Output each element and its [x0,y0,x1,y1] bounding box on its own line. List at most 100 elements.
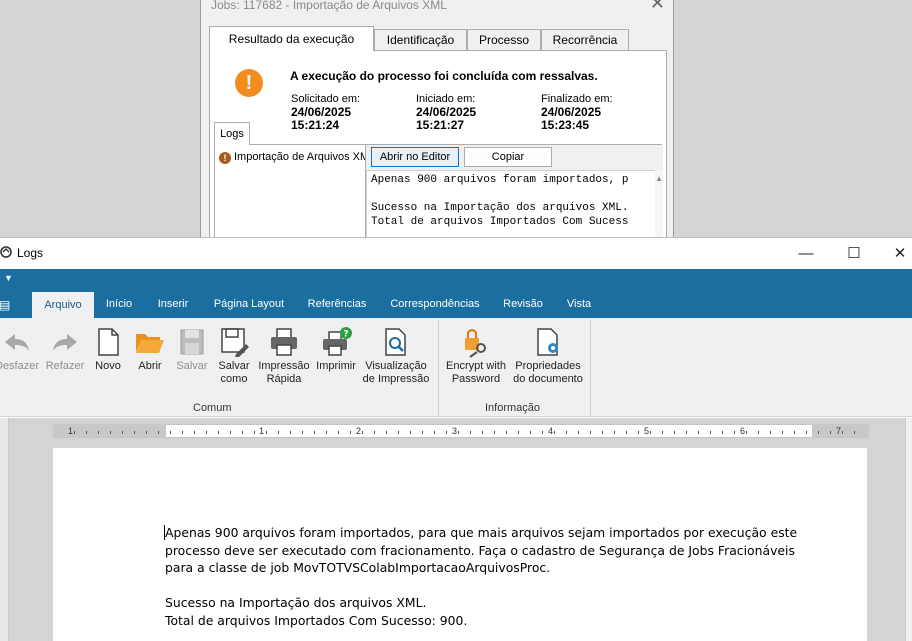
group-divider [590,320,591,416]
horizontal-ruler[interactable]: 1 1 2 3 4 5 6 7 [53,424,869,438]
ruler-tick [446,431,447,434]
ruler-tick [482,431,483,434]
ruler-tick [230,431,231,434]
ruler-tick [362,431,363,434]
save-as-button[interactable]: Salvar como [214,326,254,398]
tab-revisao[interactable]: Revisão [496,291,550,318]
tab-pagina-layout[interactable]: Página Layout [209,291,289,318]
ruler-number: 1 [68,426,74,436]
tab-identificacao[interactable]: Identificação [374,29,467,50]
ruler-number: 5 [644,426,650,436]
ruler-tick [266,431,267,434]
minimize-button[interactable]: — [783,242,829,266]
ruler-tick [854,431,855,434]
save-as-icon [221,328,249,357]
list-item[interactable]: ! Importação de Arquivos XML [219,151,367,164]
ruler-tick [518,431,519,434]
encrypt-button[interactable]: Encrypt with Password [443,326,509,398]
ruler-tick [758,431,759,434]
ruler-tick [626,431,627,434]
quick-print-label2: Rápida [266,373,302,385]
warning-icon: ! [235,69,263,97]
ruler-tick [782,431,783,434]
result-message: A execução do processo foi concluída com… [290,69,598,83]
tab-recorrencia[interactable]: Recorrência [541,29,629,50]
document-properties-label2: do documento [513,373,583,385]
maximize-button[interactable]: ☐ [831,242,877,266]
ruler-tick [590,431,591,434]
ruler-number: 1 [259,426,265,436]
jobs-dialog-title: Jobs: 117682 - Importação de Arquivos XM… [211,0,447,12]
save-icon [180,329,204,355]
ruler-tick [542,431,543,434]
document-text[interactable]: Apenas 900 arquivos foram importados, pa… [165,524,825,629]
warning-icon: ! [219,152,231,164]
ruler-number: 4 [548,426,554,436]
open-label: Abrir [138,360,162,372]
tab-processo[interactable]: Processo [467,29,541,50]
document-gear-icon [537,328,558,356]
tab-arquivo[interactable]: Arquivo [32,291,94,318]
started-label: Iniciado em: [416,93,476,105]
started-time-value: 15:21:27 [416,118,465,132]
save-as-label1: Salvar [218,360,250,372]
tab-resultado[interactable]: Resultado da execução [209,26,374,51]
print-label: Imprimir [316,360,356,372]
new-label: Novo [95,360,121,372]
ruler-tick [614,431,615,434]
document-properties-label1: Propriedades [515,360,581,372]
finished-date: Finalizado em: 24/06/2025 15:23:45 [541,93,613,132]
ruler-tick [566,431,567,434]
new-button[interactable]: Novo [90,326,126,398]
quick-print-button[interactable]: Impressão Rápida [258,326,310,398]
ruler-tick [206,431,207,434]
print-preview-button[interactable]: Visualização de Impressão [361,326,431,398]
document-properties-button[interactable]: Propriedades do documento [512,326,584,398]
copy-button[interactable]: Copiar [464,147,552,167]
document-page[interactable]: Apenas 900 arquivos foram importados, pa… [53,448,867,641]
group-label-comum: Comum [193,402,232,414]
log-item-label: Importação de Arquivos XML [234,151,367,163]
save-button[interactable]: Salvar [174,326,210,398]
open-button[interactable]: Abrir [132,326,168,398]
save-as-label2: como [220,373,248,385]
redo-button[interactable]: Refazer [42,326,88,398]
ruler-tick [194,431,195,434]
ruler-tick [746,431,747,434]
encrypt-label2: Password [451,373,501,385]
print-button[interactable]: ? Imprimir [314,326,358,398]
ruler-tick [470,431,471,434]
ruler-tick [770,431,771,434]
logs-window: Logs — ☐ ✕ ▼ ▤ Arquivo Início Inserir Pá… [0,237,912,641]
tab-logs[interactable]: Logs [214,122,250,145]
close-icon[interactable]: ✕ [650,0,665,14]
tab-referencias[interactable]: Referências [301,291,373,318]
scrollbar[interactable] [905,418,912,641]
scroll-up-icon[interactable]: ▲ [655,174,663,183]
undo-button[interactable]: Desfazer [0,326,40,398]
tab-correspondencias[interactable]: Correspondências [385,291,485,318]
started-date: Iniciado em: 24/06/2025 15:21:27 [416,93,476,132]
finished-time-value: 15:23:45 [541,118,590,132]
ruler-tick [818,431,819,434]
tab-inserir[interactable]: Inserir [149,291,197,318]
jobs-dialog: Jobs: 117682 - Importação de Arquivos XM… [200,0,674,255]
printer-icon [271,328,297,356]
ruler-tick [338,431,339,434]
open-editor-button[interactable]: Abrir no Editor [371,147,459,167]
redo-icon [53,334,77,351]
ruler-tick [494,431,495,434]
doc-line: Sucesso na Importação dos arquivos XML. [165,595,427,610]
ruler-tick [638,431,639,434]
print-preview-label1: Visualização [365,360,427,372]
close-button[interactable]: ✕ [877,242,912,266]
title-bar: Logs — ☐ ✕ [0,238,912,269]
tab-inicio[interactable]: Início [99,291,139,318]
svg-text:?: ? [343,330,348,340]
chevron-down-icon[interactable]: ▼ [4,273,13,283]
menu-icon[interactable]: ▤ [0,298,10,312]
tab-vista[interactable]: Vista [559,291,599,318]
ruler-tick [794,431,795,434]
ribbon: Desfazer Refazer Novo Abrir Salvar Salva… [0,318,912,417]
